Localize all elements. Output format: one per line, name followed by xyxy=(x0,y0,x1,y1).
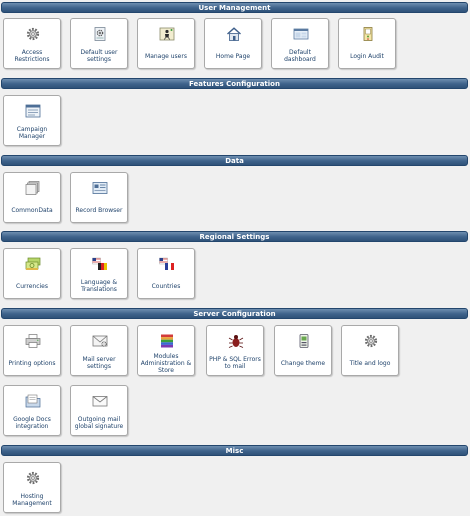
tile-manage-users[interactable]: Manage users xyxy=(137,18,195,69)
tile-label: Modules Administration & Store xyxy=(140,352,192,374)
gear-icon xyxy=(363,334,379,348)
tile-label: Google Docs integration xyxy=(13,416,51,430)
tile-countries[interactable]: Countries xyxy=(137,248,195,299)
tile-label: Title and logo xyxy=(349,359,391,367)
dashboard-icon xyxy=(293,27,309,41)
section-header-regional-settings: Regional Settings xyxy=(1,231,468,242)
tile-printing-options[interactable]: Printing options xyxy=(3,325,61,376)
modules-icon xyxy=(159,334,175,348)
tile-label: Currencies xyxy=(16,282,48,290)
tile-default-dashboard[interactable]: Default dashboard xyxy=(271,18,329,69)
tile-label: Hosting Management xyxy=(12,493,52,507)
printer-icon xyxy=(25,334,41,348)
tile-modules-administration-store[interactable]: Modules Administration & Store xyxy=(137,325,195,376)
gear-icon xyxy=(25,471,41,485)
tile-campaign-manager[interactable]: Campaign Manager xyxy=(3,95,61,146)
tile-mail-server-settings[interactable]: Mail server settings xyxy=(70,325,128,376)
section-header-data: Data xyxy=(1,155,468,166)
tile-label: Language & Translations xyxy=(80,279,118,293)
record-browser-icon xyxy=(92,181,108,195)
tile-label: Outgoing mail global signature xyxy=(74,416,124,430)
tile-title-and-logo[interactable]: Title and logo xyxy=(341,325,399,376)
tile-label: Campaign Manager xyxy=(16,126,48,140)
tile-label: Record Browser xyxy=(75,206,123,214)
theme-icon xyxy=(296,334,312,348)
tile-record-browser[interactable]: Record Browser xyxy=(70,172,128,223)
user-settings-icon xyxy=(92,27,108,41)
tile-label: Change theme xyxy=(280,359,326,367)
tile-change-theme[interactable]: Change theme xyxy=(274,325,332,376)
flags-icon xyxy=(159,257,175,271)
tile-login-audit[interactable]: Login Audit xyxy=(338,18,396,69)
bug-icon xyxy=(228,334,244,348)
tile-label: Login Audit xyxy=(350,52,384,60)
tile-label: Mail server settings xyxy=(82,356,116,370)
tile-label: CommonData xyxy=(11,206,53,214)
tile-label: Access Restrictions xyxy=(14,49,50,63)
login-audit-icon xyxy=(360,27,376,41)
mail-server-icon xyxy=(92,334,108,348)
home-icon xyxy=(226,27,242,41)
tile-label: Default user settings xyxy=(80,49,118,63)
tile-label: Home Page xyxy=(215,52,251,60)
tile-common-data[interactable]: CommonData xyxy=(3,172,61,223)
tile-outgoing-mail-global-signature[interactable]: Outgoing mail global signature xyxy=(70,385,128,436)
campaign-icon xyxy=(25,104,41,118)
section-header-user-management: User Management xyxy=(1,2,468,13)
tile-hosting-management[interactable]: Hosting Management xyxy=(3,462,61,513)
tile-default-user-settings[interactable]: Default user settings xyxy=(70,18,128,69)
tile-language-translations[interactable]: Language & Translations xyxy=(70,248,128,299)
tile-php-sql-errors-to-mail[interactable]: PHP & SQL Errors to mail xyxy=(206,325,264,376)
google-docs-icon xyxy=(25,394,41,408)
tile-access-restrictions[interactable]: Access Restrictions xyxy=(3,18,61,69)
manage-users-icon xyxy=(159,27,175,41)
flags-icon xyxy=(92,257,108,271)
tile-google-docs-integration[interactable]: Google Docs integration xyxy=(3,385,61,436)
section-header-server-configuration: Server Configuration xyxy=(1,308,468,319)
section-header-misc: Misc xyxy=(1,445,468,456)
common-data-icon xyxy=(25,181,41,195)
tile-currencies[interactable]: Currencies xyxy=(3,248,61,299)
tile-label: Manage users xyxy=(145,52,187,60)
tile-label: Printing options xyxy=(8,359,56,367)
tile-home-page[interactable]: Home Page xyxy=(204,18,262,69)
tile-label: Countries xyxy=(151,282,181,290)
section-header-features-configuration: Features Configuration xyxy=(1,78,468,89)
envelope-icon xyxy=(92,394,108,408)
currencies-icon xyxy=(25,257,41,271)
tile-label: Default dashboard xyxy=(284,49,316,63)
tile-label: PHP & SQL Errors to mail xyxy=(209,356,261,370)
gear-icon xyxy=(25,27,41,41)
